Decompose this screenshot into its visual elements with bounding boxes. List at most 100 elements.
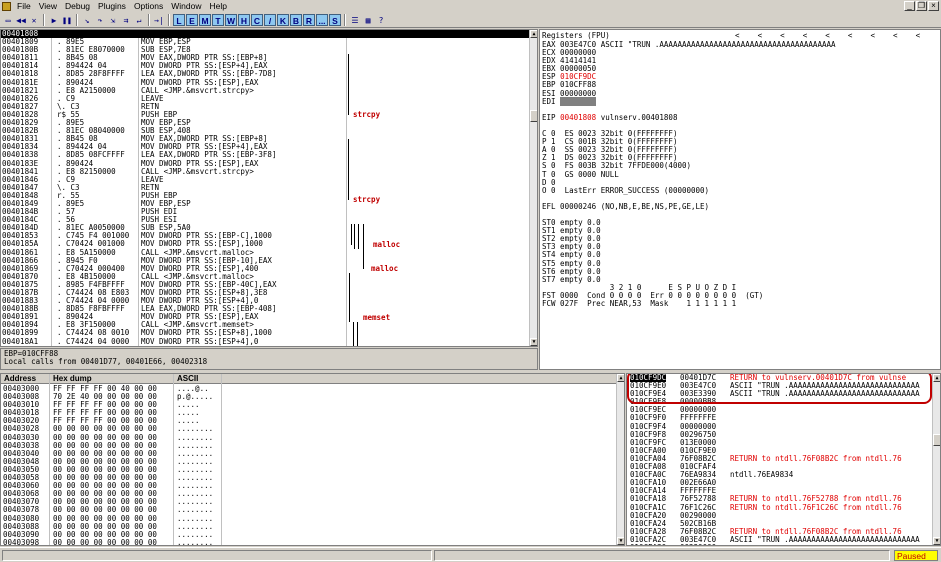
step-into-icon[interactable]: ↘ [81,14,93,26]
register-row[interactable]: T 0 GS 0000 NULL [542,170,836,179]
register-row[interactable]: EIP 00401808 vulnserv.00401808 [542,112,836,122]
dump-scrollbar[interactable]: ▲ ▼ [616,374,624,545]
menu-plugins[interactable]: Plugins [94,0,130,12]
menu-options[interactable]: Options [130,0,167,12]
dump-ascii: ........ [177,537,214,546]
minimize-icon[interactable]: _ [904,1,915,11]
dump-pane[interactable]: Address Hex dump ASCII 00403000 FF FF FF … [0,373,625,546]
restore-icon[interactable]: ❐ [916,1,927,11]
run-icon[interactable]: ▶ [48,14,60,26]
register-text: EFL 00000246 (NO,NB,E,BE,NS,PE,GE,LE) [542,201,710,211]
scroll-up-icon[interactable]: ▲ [530,30,537,38]
menu-help[interactable]: Help [205,0,230,12]
trace-over-icon[interactable]: ⇉ [120,14,132,26]
toolbar-window-button[interactable]: E [186,14,198,26]
call-target-label: strcpy [353,110,381,119]
window-controls: _ ❐ × [904,1,939,11]
stack-comment: RETURN to ntdll.76F08B2C from ntdll.76 [730,453,902,463]
toolbar-window-button[interactable]: L [173,14,185,26]
toolbar-window-button[interactable]: M [199,14,211,26]
scroll-up-icon[interactable]: ▲ [933,374,940,382]
register-row[interactable]: EFL 00000246 (NO,NB,E,BE,NS,PE,GE,LE) [542,201,836,211]
disasm-row[interactable]: 00401841. E8 82150000 CALL <JMP.&msvcrt.s… [1,167,529,176]
toolbar-window-button[interactable]: B [290,14,302,26]
call-target-label: malloc [371,263,399,273]
toolbar-window-button[interactable]: / [264,14,276,26]
execute-till-return-icon[interactable]: ↵ [133,14,145,26]
register-highlight-value: 00000000 [560,96,597,106]
disasm-row[interactable]: 00401821. E8 A2150000 CALL <JMP.&msvcrt.s… [1,86,529,95]
dump-col-hex[interactable]: Hex dump [53,374,92,383]
disassembly-pane[interactable]: 00401808 $ 55 PUSH EBP 00401809. 89E5 MOV EB… [0,29,538,347]
registers-title[interactable]: Registers (FPU) [542,31,610,40]
menu-view[interactable]: View [35,0,61,12]
menu-debug[interactable]: Debug [61,0,94,12]
scroll-up-icon[interactable]: ▲ [617,374,624,382]
toolbar-window-button[interactable]: S [329,14,341,26]
scroll-down-icon[interactable]: ▼ [530,338,537,346]
scroll-down-icon[interactable]: ▼ [933,537,940,545]
disassembly-scrollbar[interactable]: ▲ ▼ [529,30,537,346]
stack-comment: ASCII "TRUN .AAAAAAAAAAAAAAAAAAAAAAAAAAA… [730,534,920,544]
register-changed-value: 00401808 [560,112,597,122]
jump-bracket [351,224,352,245]
disasm-row[interactable]: 00401827 \. C3 RETN [1,102,529,111]
disasm-row[interactable]: 00401849. 89E5 MOV EBP,ESP [1,199,529,208]
toolbar-window-button[interactable]: H [238,14,250,26]
stack-pane[interactable]: 010CF9DC 00401D7C RETURN to vulnserv.00401… [626,373,941,546]
stack-value: 00290000 [680,543,716,545]
toolbar-window-button[interactable]: W [225,14,237,26]
stack-comment: RETURN to ntdll.76F1C26C from ntdll.76 [730,502,902,512]
open-icon[interactable]: ▭ [2,14,14,26]
dump-hex: 00 00 00 00 00 00 00 00 [53,537,157,546]
dump-header: Address Hex dump ASCII [1,374,624,384]
call-target-label: strcpy [353,195,381,205]
restart-icon[interactable]: ◀◀ [15,14,27,26]
toolbar-window-button[interactable]: T [212,14,224,26]
close-program-icon[interactable]: ✕ [28,14,40,26]
stack-scrollbar[interactable]: ▲ ▼ [932,374,940,545]
pause-icon[interactable]: ❚❚ [61,14,73,26]
disasm-row[interactable]: 00401826. C9 LEAVE [1,94,529,103]
disasm-row[interactable]: 0040184B. 57 PUSH EDI [1,207,529,216]
info-pane: EBP=010CFF88 Local calls from 00401D77, … [0,348,538,370]
register-row[interactable]: FCW 027F Prec NEAR,53 Mask 1 1 1 1 1 1 [542,299,836,308]
step-over-icon[interactable]: ↷ [94,14,106,26]
register-row[interactable]: EDI 00000000 [542,96,836,106]
disasm-row[interactable]: 00401847 \. C3 RETN [1,183,529,192]
dump-col-ascii[interactable]: ASCII [177,374,198,383]
help-icon[interactable]: ? [375,14,387,26]
goto-icon[interactable]: →| [153,14,165,26]
status-paused: Paused [894,550,938,561]
register-text: O 0 LastErr ERROR_SUCCESS (00000000) [542,185,710,195]
jump-bracket [349,273,350,322]
disasm-instruction: MOV EAX,DWORD PTR SS:[EBP-10] [141,345,272,346]
toolbar-window-button[interactable]: K [277,14,289,26]
dump-col-address[interactable]: Address [4,374,36,383]
register-row[interactable]: O 0 LastErr ERROR_SUCCESS (00000000) [542,185,836,195]
scroll-down-icon[interactable]: ▼ [617,537,624,545]
register-text: FCW 027F Prec NEAR,53 Mask 1 1 1 1 1 1 [542,299,737,308]
ollydbg-app-icon[interactable] [2,1,11,11]
disasm-address: 004018A9 [2,345,38,346]
list-icon[interactable]: ☰ [349,14,361,26]
trace-into-icon[interactable]: ⇲ [107,14,119,26]
grid-icon[interactable]: ▦ [362,14,374,26]
menu-window[interactable]: Window [167,0,205,12]
call-target-label: memset [363,312,391,322]
toolbar-window-button[interactable]: C [251,14,263,26]
stack-address: 010CFA30 [630,543,666,545]
disasm-row[interactable]: 00401846. C9 LEAVE [1,175,529,184]
close-icon[interactable]: × [928,1,939,11]
toolbar-window-button[interactable]: R [303,14,315,26]
registers-pane[interactable]: Registers (FPU) < < < < < < < < < EAX 00… [539,29,941,370]
disasm-row[interactable]: 004018A9 . 8B45 F0 MOV EAX,DWORD PTR SS:[E… [1,345,529,346]
toolbar: ▭ ◀◀ ✕ ▶ ❚❚ ↘ ↷ ⇲ ⇉ ↵ →| L E M T W H C / K B R... S… [0,13,941,28]
menu-file[interactable]: File [13,0,35,12]
dump-address: 00403098 [3,537,40,546]
jump-bracket [348,54,349,116]
highlight-annotation-oval [627,374,932,404]
registers-arrows: < < < < < < < < < [735,31,921,40]
jump-bracket [354,224,355,249]
toolbar-window-button[interactable]: ... [316,14,328,26]
